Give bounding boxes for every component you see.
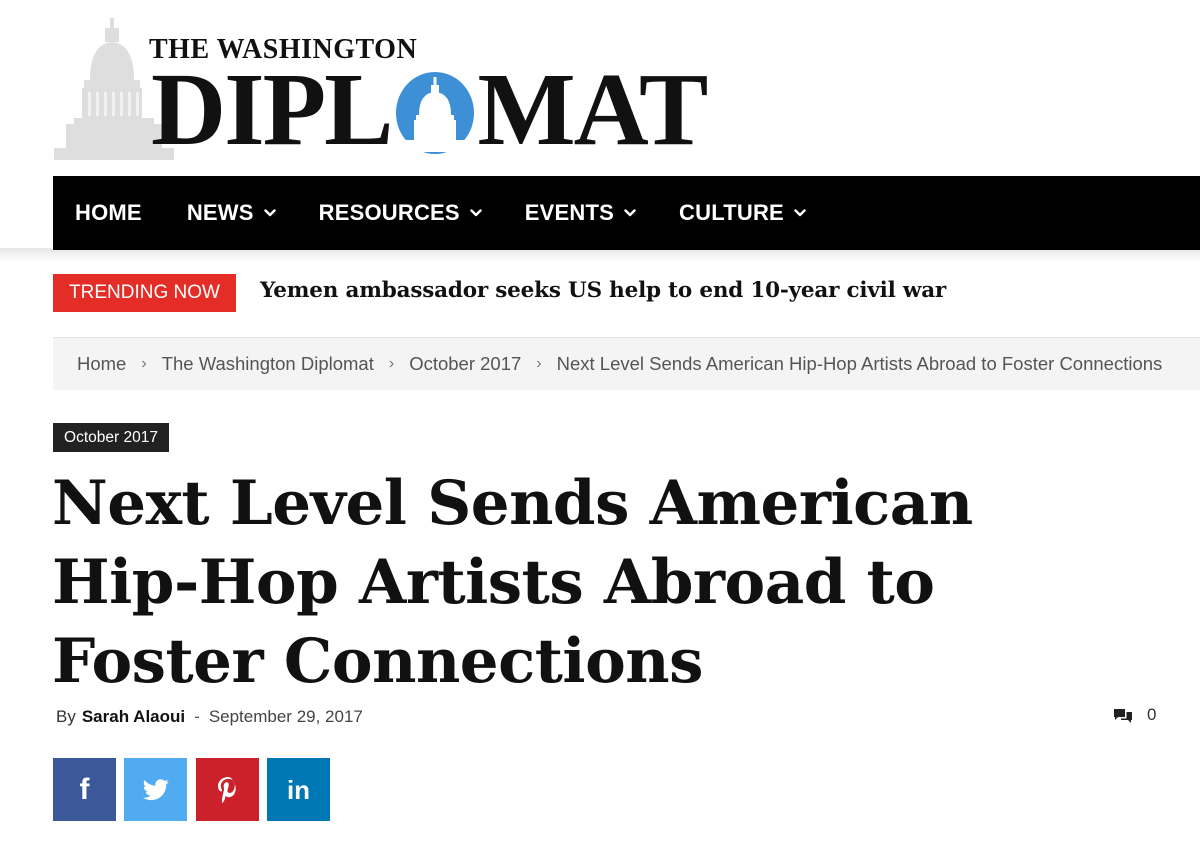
byline-dash: - [194, 707, 200, 726]
category-tag[interactable]: October 2017 [53, 423, 169, 452]
share-pinterest-button[interactable] [196, 758, 259, 821]
nav-label: CULTURE [679, 200, 784, 225]
chevron-down-icon [470, 209, 482, 217]
chevron-down-icon [624, 209, 636, 217]
chevron-down-icon [263, 209, 276, 217]
nav-item-home[interactable]: HOME [75, 200, 142, 226]
nav-label: RESOURCES [318, 200, 460, 225]
share-twitter-button[interactable] [124, 758, 187, 821]
breadcrumb-home[interactable]: Home [77, 353, 126, 375]
comments-link[interactable]: 0 [1113, 705, 1156, 725]
nav-item-events[interactable]: EVENTS [525, 200, 636, 226]
breadcrumb: Home › The Washington Diplomat › October… [53, 338, 1200, 390]
byline-prefix: By [56, 707, 76, 726]
breadcrumb-separator: › [388, 355, 395, 372]
logo-wordmark-right: MAT [477, 52, 708, 167]
breadcrumb-current: Next Level Sends American Hip-Hop Artist… [556, 353, 1163, 374]
logo-wordmark: DIPL MAT [151, 52, 708, 167]
navbar-shadow [0, 248, 1200, 262]
facebook-icon: f [79, 772, 90, 806]
article-title: Next Level Sends American Hip-Hop Artist… [52, 468, 973, 697]
comment-count: 0 [1147, 705, 1157, 724]
breadcrumb-separator: › [536, 355, 542, 372]
twitter-icon [142, 778, 169, 800]
pinterest-icon [217, 776, 236, 803]
logo-wordmark-left: DIPL [151, 52, 393, 167]
dome-o-icon [396, 72, 475, 154]
nav-item-culture[interactable]: CULTURE [679, 200, 806, 226]
site-logo[interactable]: THE WASHINGTON DIPL MAT [52, 18, 708, 163]
nav-label: EVENTS [524, 200, 615, 225]
nav-item-news[interactable]: NEWS [187, 200, 276, 226]
article-byline: By Sarah Alaoui - September 29, 2017 [56, 707, 363, 727]
share-linkedin-button[interactable]: in [267, 758, 330, 821]
breadcrumb-separator: › [141, 355, 147, 372]
share-facebook-button[interactable]: f [53, 758, 116, 821]
nav-label: NEWS [186, 200, 254, 225]
trending-headline-link[interactable]: Yemen ambassador seeks US help to end 10… [260, 278, 946, 303]
chevron-down-icon [794, 209, 806, 217]
author-link[interactable]: Sarah Alaoui [82, 707, 185, 727]
nav-label: HOME [75, 200, 142, 225]
nav-item-resources[interactable]: RESOURCES [319, 200, 482, 226]
comments-icon [1114, 708, 1132, 723]
trending-now-badge: TRENDING NOW [53, 274, 236, 312]
main-navigation: HOME NEWS RESOURCES EVENTS CULTURE [53, 176, 1200, 250]
publish-date: September 29, 2017 [208, 707, 363, 726]
breadcrumb-section[interactable]: The Washington Diplomat [162, 353, 374, 375]
breadcrumb-issue[interactable]: October 2017 [409, 353, 521, 375]
linkedin-icon: in [286, 774, 311, 805]
